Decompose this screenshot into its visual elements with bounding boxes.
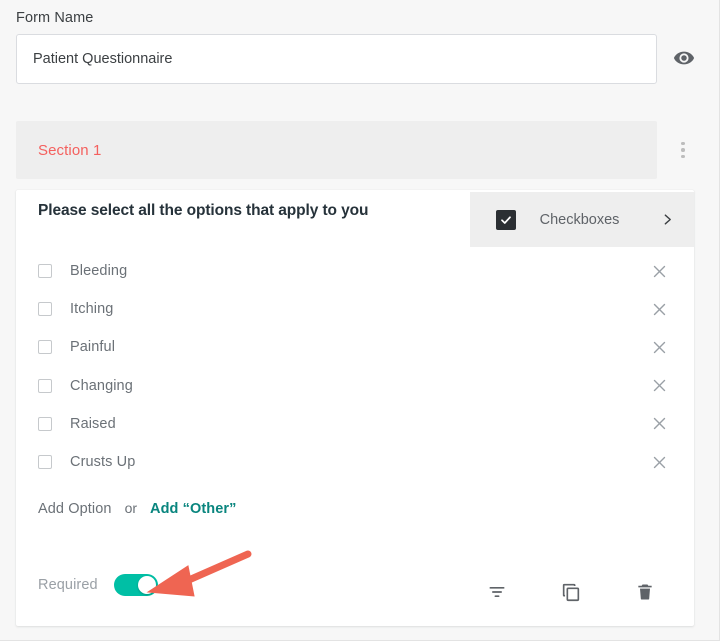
vertical-dots-icon: [681, 141, 685, 146]
option-checkbox[interactable]: [38, 416, 52, 431]
option-label: Painful: [70, 339, 116, 356]
option-row: Changing: [16, 367, 694, 405]
checked-checkbox-icon: [496, 209, 516, 230]
form-name-row: [16, 34, 704, 84]
section-header[interactable]: Section 1: [16, 121, 657, 179]
option-row: Crusts Up: [16, 443, 694, 481]
add-or-text: or: [124, 500, 138, 516]
remove-option-button[interactable]: [648, 336, 670, 358]
remove-option-button[interactable]: [648, 298, 670, 320]
remove-option-button[interactable]: [648, 375, 670, 397]
chevron-right-icon: [661, 213, 674, 226]
question-card: Please select all the options that apply…: [16, 190, 694, 626]
required-control: Required: [38, 574, 158, 596]
preview-button[interactable]: [665, 40, 703, 78]
option-checkbox[interactable]: [38, 340, 52, 355]
toggle-knob: [137, 576, 156, 594]
vertical-dots-icon: [681, 148, 685, 152]
form-name-input[interactable]: [16, 34, 657, 84]
option-checkbox[interactable]: [38, 264, 52, 279]
option-checkbox[interactable]: [38, 378, 52, 393]
question-footer: Required: [16, 562, 694, 626]
option-row: Itching: [16, 290, 694, 328]
add-option-row: Add Option or Add “Other”: [38, 500, 237, 517]
trash-icon: [635, 582, 655, 607]
duplicate-button[interactable]: [548, 571, 594, 617]
option-label: Crusts Up: [70, 454, 136, 471]
delete-button[interactable]: [622, 571, 668, 617]
option-checkbox[interactable]: [38, 455, 52, 470]
required-toggle[interactable]: [113, 574, 158, 596]
question-title: Please select all the options that apply…: [38, 202, 369, 219]
vertical-dots-icon: [681, 154, 685, 159]
form-builder-page: Form Name Section 1 Please select all th…: [0, 0, 720, 641]
option-row: Bleeding: [16, 252, 694, 290]
option-label: Raised: [70, 415, 116, 432]
sort-lines-icon: [487, 582, 507, 607]
add-option-button[interactable]: Add Option: [38, 501, 112, 517]
section-menu-button[interactable]: [672, 135, 694, 165]
duplicate-icon: [560, 581, 582, 608]
add-other-button[interactable]: Add “Other”: [150, 501, 237, 517]
question-type-selector[interactable]: Checkboxes: [470, 192, 694, 247]
option-label: Bleeding: [70, 263, 128, 280]
footer-action-icons: [474, 562, 694, 626]
option-list: Bleeding Itching Painful Changing Raised…: [16, 252, 694, 481]
option-label: Itching: [70, 301, 114, 318]
remove-option-button[interactable]: [648, 260, 670, 282]
option-label: Changing: [70, 377, 133, 394]
remove-option-button[interactable]: [648, 413, 670, 435]
section-title: Section 1: [38, 141, 102, 159]
remove-option-button[interactable]: [648, 451, 670, 473]
question-type-label: Checkboxes: [539, 211, 620, 228]
form-name-label: Form Name: [16, 10, 94, 26]
eye-icon: [673, 47, 695, 72]
required-label: Required: [38, 577, 98, 593]
option-row: Raised: [16, 405, 694, 443]
sort-lines-button[interactable]: [474, 571, 520, 617]
option-row: Painful: [16, 328, 694, 366]
form-name-block: Form Name: [16, 10, 704, 84]
option-checkbox[interactable]: [38, 302, 52, 317]
